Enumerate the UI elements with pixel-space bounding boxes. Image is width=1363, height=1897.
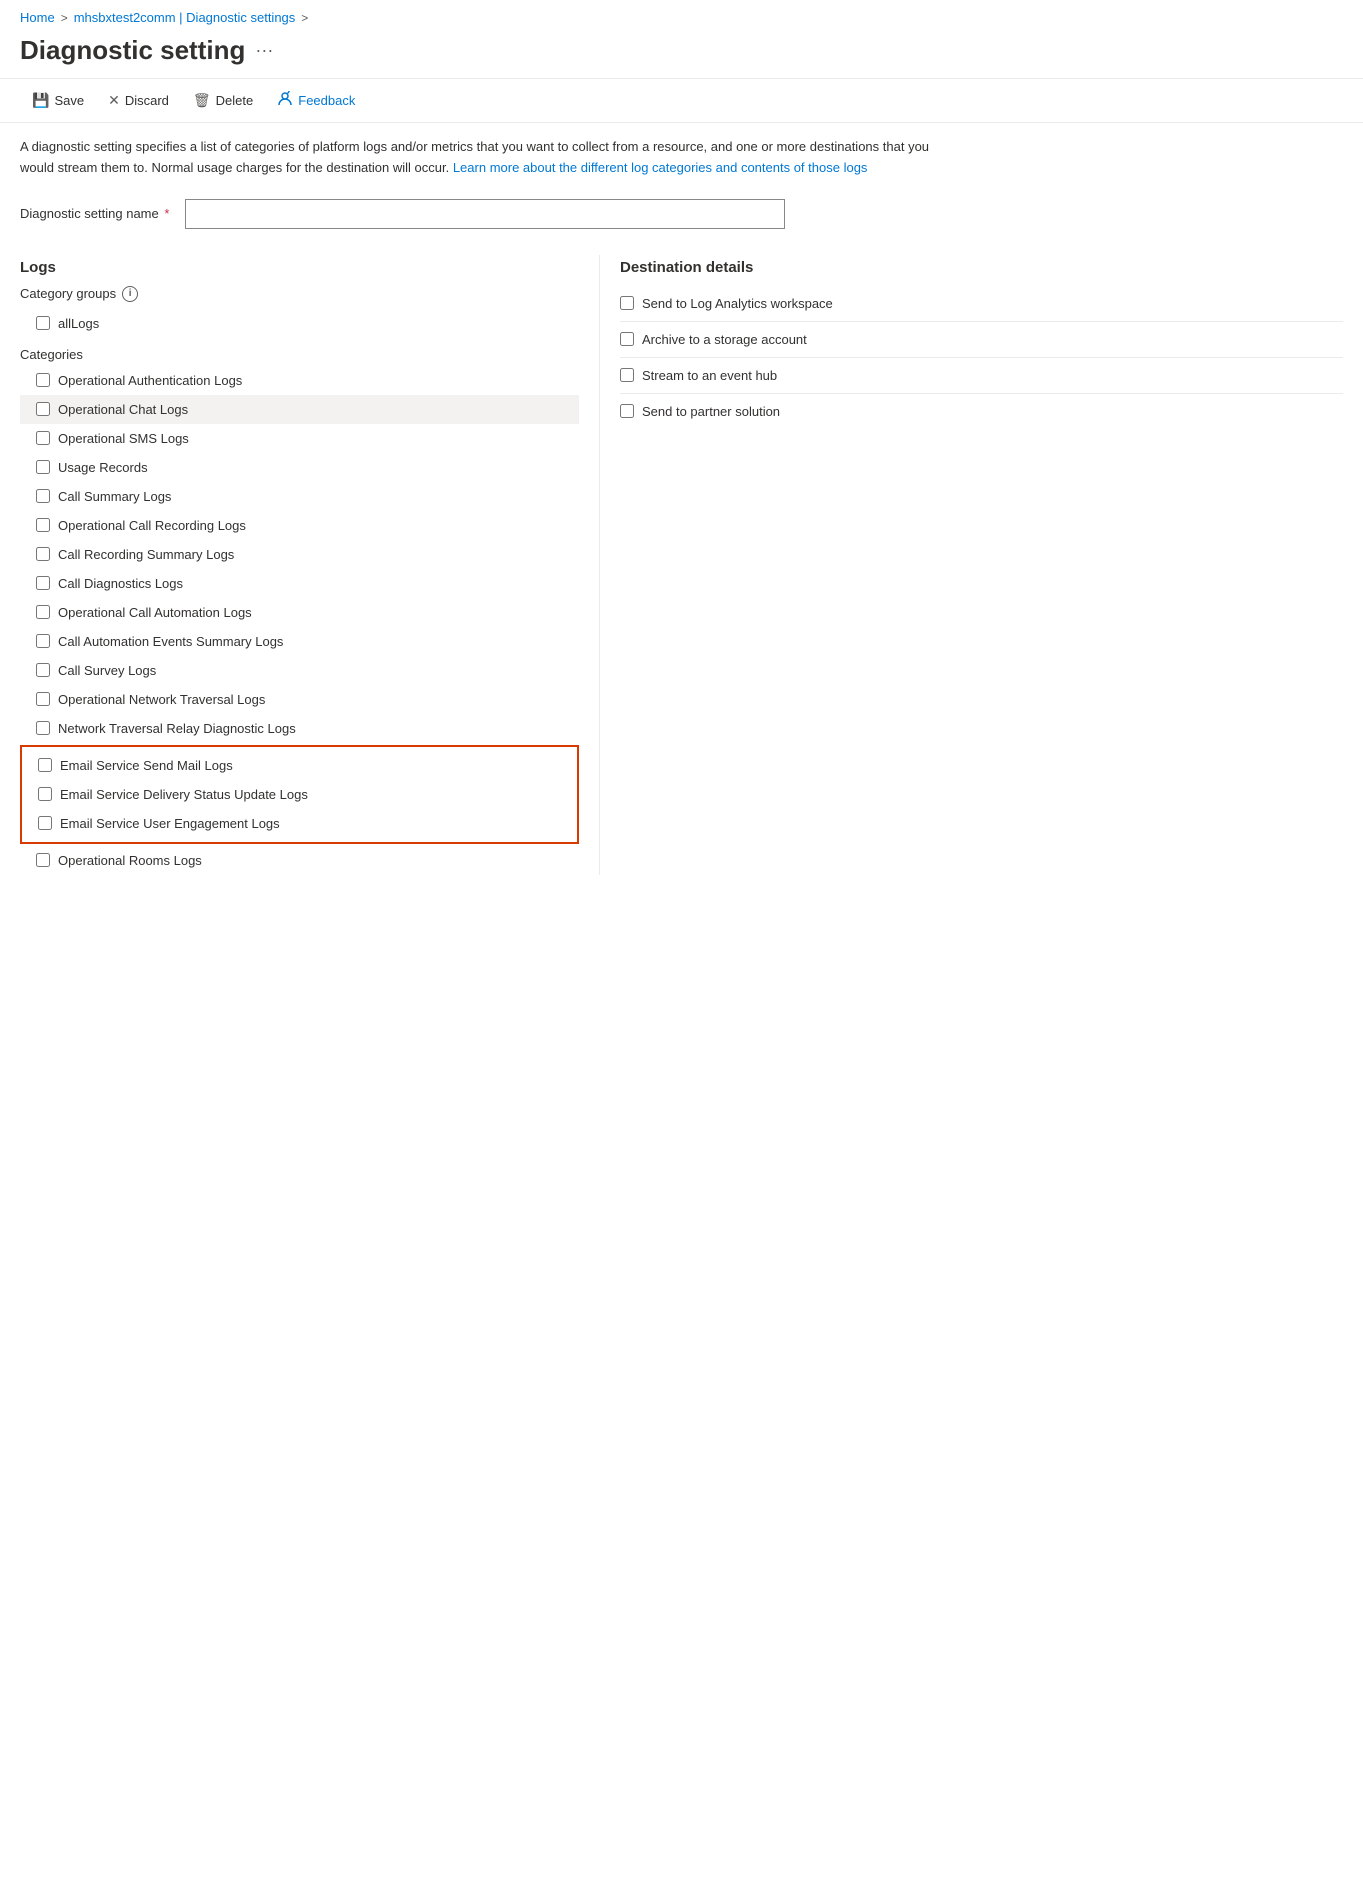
page-title: Diagnostic setting <box>20 35 245 66</box>
categories-label: Categories <box>20 347 579 362</box>
name-input[interactable] <box>185 199 785 229</box>
log-label-4: Call Summary Logs <box>58 489 171 504</box>
log-checkbox-email-3[interactable] <box>38 816 52 830</box>
dest-checkbox-1[interactable] <box>620 332 634 346</box>
required-marker: * <box>164 206 169 221</box>
name-label: Diagnostic setting name * <box>20 206 169 221</box>
destination-title: Destination details <box>620 259 1343 276</box>
dest-item-2[interactable]: Stream to an event hub <box>620 358 1343 394</box>
logs-section: Logs Category groups i allLogs Categorie… <box>20 255 600 875</box>
breadcrumb-home[interactable]: Home <box>20 10 55 25</box>
form-area: Diagnostic setting name * <box>0 189 1363 255</box>
log-item[interactable]: Operational Call Automation Logs <box>20 598 579 627</box>
category-groups-info-icon[interactable]: i <box>122 286 138 302</box>
log-item-email-3[interactable]: Email Service User Engagement Logs <box>22 809 577 838</box>
log-label-7: Call Diagnostics Logs <box>58 576 183 591</box>
discard-button[interactable]: ✕ Discard <box>96 86 181 115</box>
dest-checkbox-0[interactable] <box>620 296 634 310</box>
log-label-11: Operational Network Traversal Logs <box>58 692 265 707</box>
log-checkbox-16[interactable] <box>36 853 50 867</box>
breadcrumb-parent[interactable]: mhsbxtest2comm | Diagnostic settings <box>74 10 296 25</box>
log-item[interactable]: Call Summary Logs <box>20 482 579 511</box>
breadcrumb-sep2: > <box>301 11 308 25</box>
log-label-12: Network Traversal Relay Diagnostic Logs <box>58 721 296 736</box>
log-checkbox-9[interactable] <box>36 634 50 648</box>
log-item[interactable]: Call Recording Summary Logs <box>20 540 579 569</box>
log-item[interactable]: Operational Call Recording Logs <box>20 511 579 540</box>
main-grid: Logs Category groups i allLogs Categorie… <box>0 255 1363 875</box>
description-area: A diagnostic setting specifies a list of… <box>0 123 960 189</box>
breadcrumb-sep1: > <box>61 11 68 25</box>
email-group-box: Email Service Send Mail Logs Email Servi… <box>20 745 579 844</box>
log-item[interactable]: Operational Chat Logs <box>20 395 579 424</box>
log-label-email-2: Email Service Delivery Status Update Log… <box>60 787 308 802</box>
delete-icon: 🗑 <box>193 92 211 109</box>
log-item-email-1[interactable]: Email Service Send Mail Logs <box>22 751 577 780</box>
name-field-row: Diagnostic setting name * <box>20 199 1343 229</box>
dest-label-3: Send to partner solution <box>642 404 780 419</box>
log-checkbox-7[interactable] <box>36 576 50 590</box>
log-label-1: Operational Chat Logs <box>58 402 188 417</box>
log-label-8: Operational Call Automation Logs <box>58 605 252 620</box>
save-button[interactable]: 💾 Save <box>20 86 96 115</box>
log-label-9: Call Automation Events Summary Logs <box>58 634 283 649</box>
log-item[interactable]: Operational Rooms Logs <box>20 846 579 875</box>
log-item[interactable]: Call Automation Events Summary Logs <box>20 627 579 656</box>
log-checkbox-11[interactable] <box>36 692 50 706</box>
log-checkbox-4[interactable] <box>36 489 50 503</box>
dest-item-3[interactable]: Send to partner solution <box>620 394 1343 429</box>
log-checkbox-6[interactable] <box>36 547 50 561</box>
dest-item-1[interactable]: Archive to a storage account <box>620 322 1343 358</box>
destination-section: Destination details Send to Log Analytic… <box>600 255 1343 875</box>
dest-checkbox-3[interactable] <box>620 404 634 418</box>
log-checkbox-8[interactable] <box>36 605 50 619</box>
log-checkbox-1[interactable] <box>36 402 50 416</box>
dest-label-0: Send to Log Analytics workspace <box>642 296 833 311</box>
log-item[interactable]: Operational SMS Logs <box>20 424 579 453</box>
log-item[interactable]: Call Survey Logs <box>20 656 579 685</box>
feedback-icon <box>277 91 293 110</box>
log-label-email-3: Email Service User Engagement Logs <box>60 816 280 831</box>
log-checkbox-email-1[interactable] <box>38 758 52 772</box>
feedback-button[interactable]: Feedback <box>265 85 367 116</box>
log-item[interactable]: Network Traversal Relay Diagnostic Logs <box>20 714 579 743</box>
log-checkbox-0[interactable] <box>36 373 50 387</box>
log-label-3: Usage Records <box>58 460 148 475</box>
log-item[interactable]: Operational Network Traversal Logs <box>20 685 579 714</box>
dest-label-1: Archive to a storage account <box>642 332 807 347</box>
log-item[interactable]: Call Diagnostics Logs <box>20 569 579 598</box>
log-label-6: Call Recording Summary Logs <box>58 547 234 562</box>
dest-label-2: Stream to an event hub <box>642 368 777 383</box>
breadcrumb: Home > mhsbxtest2comm | Diagnostic setti… <box>0 0 1363 31</box>
toolbar: 💾 Save ✕ Discard 🗑 Delete Feedback <box>0 78 1363 123</box>
log-label-2: Operational SMS Logs <box>58 431 189 446</box>
logs-title: Logs <box>20 259 579 276</box>
log-label-16: Operational Rooms Logs <box>58 853 202 868</box>
all-logs-checkbox[interactable] <box>36 316 50 330</box>
page-title-ellipsis[interactable]: ··· <box>255 40 273 61</box>
log-checkbox-email-2[interactable] <box>38 787 52 801</box>
log-label-5: Operational Call Recording Logs <box>58 518 246 533</box>
category-groups-label: Category groups i <box>20 286 579 302</box>
all-logs-item[interactable]: allLogs <box>20 310 579 337</box>
save-icon: 💾 <box>32 92 49 109</box>
all-logs-label: allLogs <box>58 316 99 331</box>
log-checkbox-3[interactable] <box>36 460 50 474</box>
page-title-area: Diagnostic setting ··· <box>0 31 1363 78</box>
learn-more-link[interactable]: Learn more about the different log categ… <box>453 160 868 175</box>
discard-icon: ✕ <box>108 92 120 109</box>
log-checkbox-2[interactable] <box>36 431 50 445</box>
log-label-email-1: Email Service Send Mail Logs <box>60 758 233 773</box>
log-item[interactable]: Usage Records <box>20 453 579 482</box>
dest-item-0[interactable]: Send to Log Analytics workspace <box>620 286 1343 322</box>
log-checkbox-5[interactable] <box>36 518 50 532</box>
log-checkbox-12[interactable] <box>36 721 50 735</box>
log-item[interactable]: Operational Authentication Logs <box>20 366 579 395</box>
delete-button[interactable]: 🗑 Delete <box>181 86 265 115</box>
log-label-10: Call Survey Logs <box>58 663 156 678</box>
log-checkbox-10[interactable] <box>36 663 50 677</box>
dest-checkbox-2[interactable] <box>620 368 634 382</box>
log-item-email-2[interactable]: Email Service Delivery Status Update Log… <box>22 780 577 809</box>
log-label-0: Operational Authentication Logs <box>58 373 242 388</box>
